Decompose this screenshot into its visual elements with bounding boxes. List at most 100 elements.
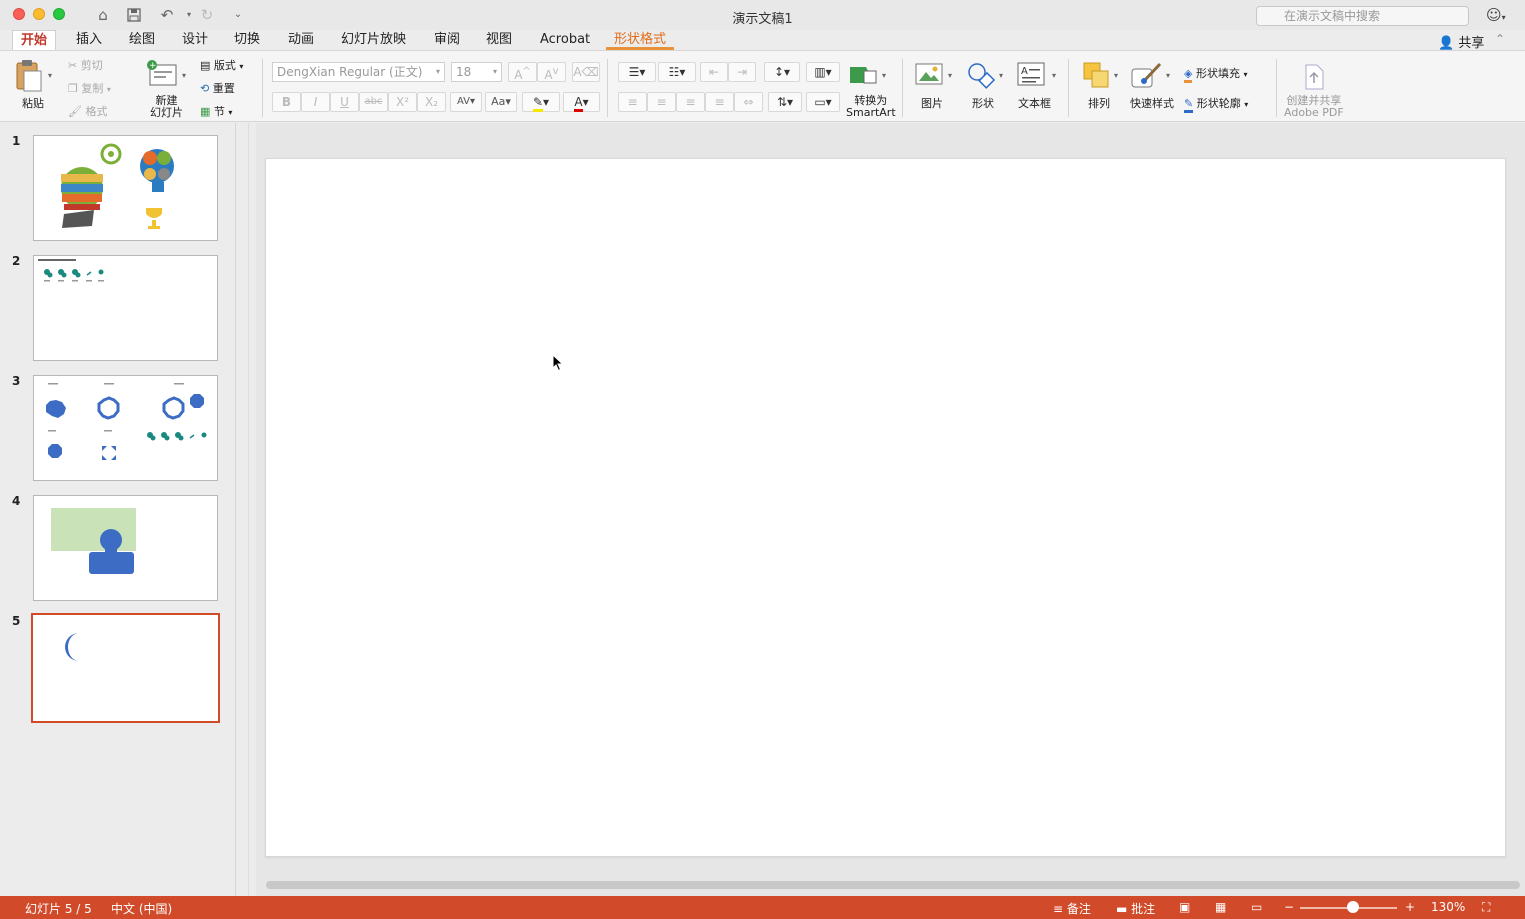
bullets-button[interactable]: ☰▾ — [618, 62, 656, 82]
picture-dropdown-icon[interactable]: ▾ — [948, 71, 952, 80]
textbox-dropdown-icon[interactable]: ▾ — [1052, 71, 1056, 80]
slide-thumbnail-4[interactable] — [33, 495, 218, 601]
arrange-dropdown-icon[interactable]: ▾ — [1114, 71, 1118, 80]
comments-button[interactable]: ▬ 批注 — [1116, 900, 1155, 917]
tab-insert[interactable]: 插入 — [68, 30, 110, 50]
shape-fill-button[interactable]: ◈ 形状填充 ▾ — [1184, 65, 1247, 83]
increase-font-size-button[interactable]: A^ — [508, 62, 537, 82]
justify-button[interactable]: ≡ — [705, 92, 734, 112]
picture-button[interactable]: 图片 — [921, 95, 943, 111]
increase-indent-button[interactable]: ⇥ — [728, 62, 756, 82]
highlighter-icon: ✎ — [532, 95, 544, 112]
align-text-button[interactable]: ▭▾ — [806, 92, 840, 112]
convert-smartart-button[interactable]: 转换为 SmartArt — [846, 95, 896, 119]
quick-styles-button[interactable]: 快速样式 — [1130, 95, 1174, 111]
clear-formatting-icon[interactable]: A⌫ — [572, 62, 600, 82]
new-slide-button[interactable]: 新建 幻灯片 — [150, 95, 183, 119]
tab-draw[interactable]: 绘图 — [121, 30, 163, 50]
smartart-dropdown-icon[interactable]: ▾ — [882, 71, 886, 80]
tab-home[interactable]: 开始 — [12, 30, 57, 50]
tab-slideshow[interactable]: 幻灯片放映 — [333, 30, 414, 50]
feedback-smiley-icon[interactable]: ☺▾ — [1486, 6, 1506, 24]
paste-icon[interactable] — [14, 59, 44, 96]
tab-transitions[interactable]: 切换 — [226, 30, 268, 50]
font-name-combo[interactable]: DengXian Regular (正文) ▾ — [272, 62, 445, 82]
underline-button[interactable]: U — [330, 92, 359, 112]
section-button[interactable]: ▦ 节 ▾ — [200, 103, 232, 119]
zoom-slider-handle[interactable] — [1347, 901, 1359, 913]
subscript-button[interactable]: X₂ — [417, 92, 446, 112]
tab-acrobat[interactable]: Acrobat — [532, 30, 598, 50]
copy-button[interactable]: ❐ 复制 ▾ — [68, 80, 111, 96]
superscript-button[interactable]: X² — [388, 92, 417, 112]
shape-outline-button[interactable]: ✎ 形状轮廓 ▾ — [1184, 95, 1248, 113]
character-spacing-button[interactable]: AV▾ — [450, 92, 482, 112]
decrease-indent-button[interactable]: ⇤ — [700, 62, 728, 82]
arrange-icon[interactable] — [1082, 61, 1112, 92]
share-button[interactable]: 👤 共享 — [1438, 32, 1484, 51]
notes-button[interactable]: ≡ 备注 — [1053, 900, 1091, 917]
svg-text:+: + — [149, 61, 157, 71]
decrease-font-size-button[interactable]: Av — [537, 62, 566, 82]
zoom-in-button[interactable]: + — [1405, 900, 1415, 914]
columns-button[interactable]: ▥▾ — [806, 62, 840, 82]
layout-button[interactable]: ▤ 版式 ▾ — [200, 57, 243, 73]
text-direction-button[interactable]: ⇅▾ — [768, 92, 802, 112]
tab-review[interactable]: 审阅 — [426, 30, 468, 50]
slide-thumbnail-5[interactable] — [31, 613, 220, 723]
shapes-dropdown-icon[interactable]: ▾ — [999, 71, 1003, 80]
slide-thumbnail-2[interactable] — [33, 255, 218, 361]
quick-styles-icon[interactable] — [1130, 61, 1164, 92]
bold-button[interactable]: B — [272, 92, 301, 112]
change-case-button[interactable]: Aa▾ — [485, 92, 517, 112]
fit-to-window-icon[interactable]: ⛶ — [1482, 900, 1490, 915]
align-right-button[interactable]: ≡ — [676, 92, 705, 112]
quick-styles-dropdown-icon[interactable]: ▾ — [1166, 71, 1170, 80]
align-left-button[interactable]: ≡ — [618, 92, 647, 112]
align-center-button[interactable]: ≡ — [647, 92, 676, 112]
distribute-button[interactable]: ⇔ — [734, 92, 763, 112]
slide-sorter-icon[interactable]: ▦ — [1215, 900, 1226, 914]
font-color-button[interactable]: A▾ — [563, 92, 600, 112]
tab-view[interactable]: 视图 — [478, 30, 520, 50]
create-share-pdf-button[interactable]: 创建并共享 Adobe PDF — [1284, 95, 1344, 119]
language-indicator[interactable]: 中文 (中国) — [111, 900, 172, 917]
zoom-out-button[interactable]: − — [1284, 900, 1294, 914]
zoom-level[interactable]: 130% — [1431, 900, 1465, 914]
paste-button[interactable]: 粘贴 — [22, 95, 44, 111]
tab-animations[interactable]: 动画 — [280, 30, 322, 50]
textbox-icon[interactable]: A — [1016, 61, 1046, 90]
panel-scrollbar[interactable] — [248, 123, 255, 896]
slide-thumbnail-panel[interactable]: 1 2 3 4 5 — [0, 123, 236, 896]
new-slide-dropdown-icon[interactable]: ▾ — [182, 71, 186, 80]
reset-button[interactable]: ⟲ 重置 — [200, 80, 235, 96]
smartart-icon[interactable] — [848, 63, 878, 90]
line-spacing-button[interactable]: ↕▾ — [764, 62, 800, 82]
shape-button[interactable]: 形状 — [972, 95, 994, 111]
textbox-button[interactable]: 文本框 — [1018, 95, 1051, 111]
picture-icon[interactable] — [915, 61, 943, 90]
cut-button[interactable]: ✂ 剪切 — [68, 57, 103, 73]
tab-shape-format[interactable]: 形状格式 — [606, 30, 675, 50]
format-painter-button[interactable]: 🖌 格式 — [68, 103, 107, 119]
new-slide-icon[interactable]: + — [146, 59, 178, 92]
collapse-ribbon-icon[interactable]: ⌃ — [1495, 32, 1505, 46]
normal-view-icon[interactable]: ▣ — [1179, 900, 1190, 914]
highlight-color-button[interactable]: ✎▾ — [522, 92, 560, 112]
shapes-icon[interactable] — [966, 61, 996, 92]
reading-view-icon[interactable]: ▭ — [1251, 900, 1262, 914]
slide-thumbnail-3[interactable] — [33, 375, 218, 481]
italic-button[interactable]: I — [301, 92, 330, 112]
tab-design[interactable]: 设计 — [174, 30, 216, 50]
horizontal-scrollbar[interactable] — [266, 881, 1520, 889]
font-size-combo[interactable]: 18 ▾ — [451, 62, 502, 82]
search-input[interactable]: 在演示文稿中搜索 — [1256, 6, 1469, 26]
slide-canvas[interactable] — [265, 158, 1506, 857]
paste-dropdown-icon[interactable]: ▾ — [48, 71, 52, 80]
acrobat-label-2: Adobe PDF — [1284, 106, 1344, 119]
arrange-button[interactable]: 排列 — [1088, 95, 1110, 111]
strikethrough-button[interactable]: abc — [359, 92, 388, 112]
slide-thumbnail-1[interactable] — [33, 135, 218, 241]
numbering-button[interactable]: ☷▾ — [658, 62, 696, 82]
create-pdf-icon[interactable] — [1302, 63, 1326, 94]
